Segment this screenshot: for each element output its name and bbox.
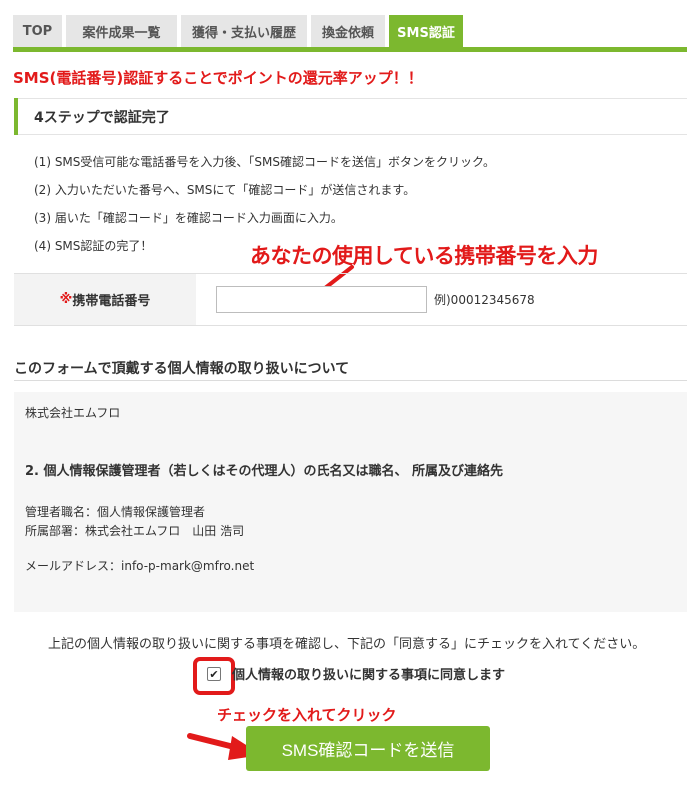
check-hint-annotation: チェックを入れてクリック xyxy=(217,706,397,724)
privacy-policy-box[interactable]: 株式会社エムフロ 2. 個人情報保護管理者（若しくはその代理人）の氏名又は職名、… xyxy=(14,392,687,612)
tab-bar: TOP 案件成果一覧 獲得・支払い履歴 換金依頼 SMS認証 xyxy=(13,15,687,52)
consent-note: 上記の個人情報の取り扱いに関する事項を確認し、下記の「同意する」にチェックを入れ… xyxy=(48,637,646,652)
tab-sms-auth[interactable]: SMS認証 xyxy=(389,15,463,47)
send-sms-code-button[interactable]: SMS確認コードを送信 xyxy=(246,726,490,771)
phone-number-input[interactable] xyxy=(216,286,427,313)
tab-results[interactable]: 案件成果一覧 xyxy=(66,15,177,47)
privacy-company: 株式会社エムフロ xyxy=(25,406,121,420)
tab-exchange[interactable]: 換金依頼 xyxy=(311,15,385,47)
tab-top[interactable]: TOP xyxy=(13,15,62,47)
page-headline: SMS(電話番号)認証することでポイントの還元率アップ！！ xyxy=(13,69,423,87)
phone-example: 例)00012345678 xyxy=(434,293,535,307)
step-title-box: 4ステップで認証完了 xyxy=(14,98,687,135)
privacy-manager-title: 管理者職名：個人情報保護管理者 xyxy=(25,505,206,519)
consent-checkbox-label[interactable]: 個人情報の取り扱いに関する事項に同意します xyxy=(232,664,505,683)
tab-history[interactable]: 獲得・支払い履歴 xyxy=(181,15,307,47)
privacy-department: 所属部署：株式会社エムフロ 山田 浩司 xyxy=(25,524,245,538)
consent-checkbox[interactable]: ✔ xyxy=(207,667,221,681)
privacy-heading: このフォームで頂戴する個人情報の取り扱いについて xyxy=(14,361,350,377)
privacy-heading-divider xyxy=(14,380,687,381)
required-mark: ※ xyxy=(59,292,73,307)
step-item-1: (1) SMS受信可能な電話番号を入力後、「SMS確認コードを送信」ボタンをクリ… xyxy=(34,155,496,169)
step-title: 4ステップで認証完了 xyxy=(34,110,170,126)
tab-underline xyxy=(13,47,687,52)
privacy-email: メールアドレス：info-p-mark@mfro.net xyxy=(25,559,255,573)
phone-form-row: ※ 携帯電話番号 例)00012345678 xyxy=(14,273,687,326)
privacy-section-title: 2. 個人情報保護管理者（若しくはその代理人）の氏名又は職名、 所属及び連絡先 xyxy=(25,464,504,479)
phone-label-cell: ※ 携帯電話番号 xyxy=(14,274,196,325)
phone-label: 携帯電話番号 xyxy=(72,294,151,309)
step-item-3: (3) 届いた「確認コード」を確認コード入力画面に入力。 xyxy=(34,211,343,225)
step-item-2: (2) 入力いただいた番号へ、SMSにて「確認コード」が送信されます。 xyxy=(34,183,416,197)
